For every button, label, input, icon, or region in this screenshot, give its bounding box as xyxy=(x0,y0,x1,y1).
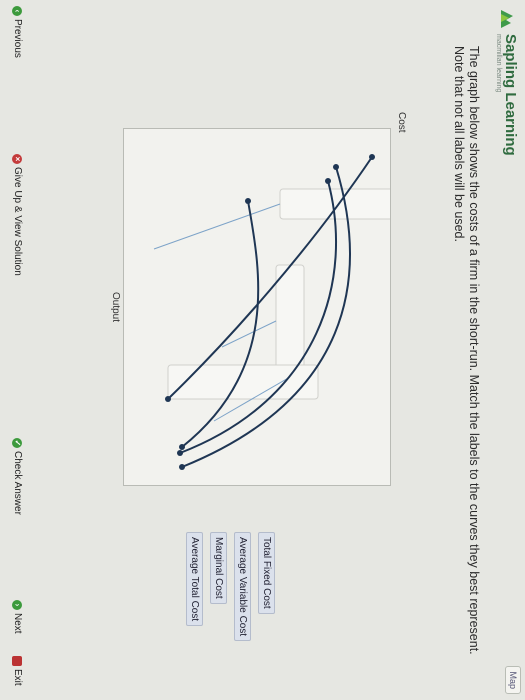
next-label: Next xyxy=(12,613,23,634)
sapling-logo-icon xyxy=(501,10,513,28)
bottom-nav: ‹ Previous × Give Up & View Solution ✓ C… xyxy=(0,0,47,700)
next-icon: › xyxy=(12,600,23,610)
previous-icon: ‹ xyxy=(12,6,23,16)
curve-endpoint xyxy=(333,164,339,170)
previous-label: Previous xyxy=(12,19,23,58)
previous-button[interactable]: ‹ Previous xyxy=(12,6,23,58)
label-chip-average-variable-cost[interactable]: Average Variable Cost xyxy=(234,532,251,642)
exit-label: Exit xyxy=(12,669,23,686)
label-chip-total-fixed-cost[interactable]: Total Fixed Cost xyxy=(258,532,275,614)
graph-frame xyxy=(123,128,397,486)
label-bank: Total Fixed Cost Average Variable Cost M… xyxy=(181,532,277,692)
brand-name: Sapling Learning xyxy=(502,34,519,156)
curve-endpoint xyxy=(179,444,185,450)
screen-stage: Sapling Learning macmillan learning Map … xyxy=(0,0,525,700)
y-axis-label: Cost xyxy=(396,112,407,133)
exit-button[interactable]: Exit xyxy=(12,656,23,686)
check-answer-button[interactable]: ✓ Check Answer xyxy=(12,438,23,515)
next-button[interactable]: › Next xyxy=(12,600,23,634)
brand-subtitle: macmillan learning xyxy=(495,34,502,93)
map-button[interactable]: Map xyxy=(505,666,521,694)
cost-graph xyxy=(153,154,397,470)
drop-target-2[interactable] xyxy=(275,264,305,378)
give-up-button[interactable]: × Give Up & View Solution xyxy=(12,154,23,276)
connector-line-1 xyxy=(153,203,281,250)
curve-3 xyxy=(181,200,260,448)
x-axis-label: Output xyxy=(110,292,121,323)
curve-endpoint xyxy=(245,198,251,204)
give-up-label: Give Up & View Solution xyxy=(12,167,23,276)
exit-icon xyxy=(12,656,23,666)
header: Sapling Learning macmillan learning Map xyxy=(483,0,525,700)
curve-endpoint xyxy=(177,450,183,456)
curve-endpoint xyxy=(179,464,185,470)
curve-2 xyxy=(179,180,338,454)
curve-endpoint xyxy=(165,396,171,402)
label-chip-average-total-cost[interactable]: Average Total Cost xyxy=(186,532,203,627)
curve-endpoint xyxy=(325,178,331,184)
curve-endpoint xyxy=(369,154,375,160)
question-text: The graph below shows the costs of a fir… xyxy=(452,46,481,655)
label-chip-marginal-cost[interactable]: Marginal Cost xyxy=(210,532,227,604)
check-answer-label: Check Answer xyxy=(12,451,23,515)
check-icon: ✓ xyxy=(12,438,23,448)
give-up-icon: × xyxy=(12,154,23,164)
